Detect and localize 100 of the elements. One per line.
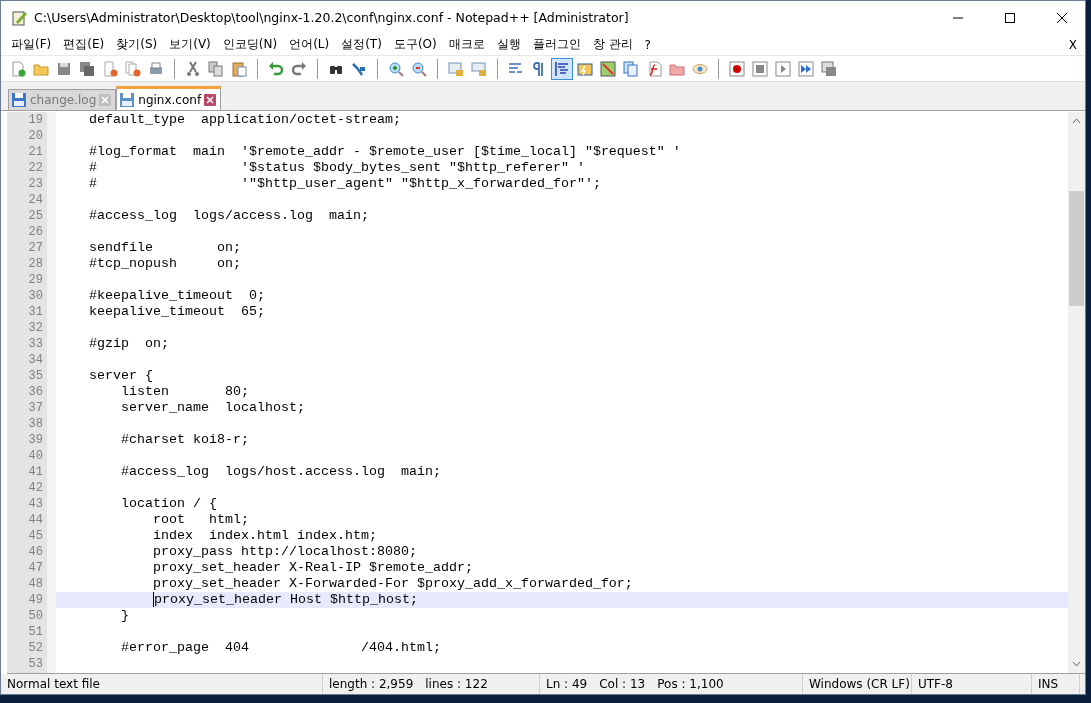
code-line: proxy_set_header X-Forwarded-For $proxy_add_x_forwarded_for; (151, 576, 633, 592)
line-number: 33 (27, 336, 44, 352)
close-file-icon (102, 60, 118, 77)
code-line: default_type application/octet-stream; (88, 112, 401, 128)
text-caret (153, 592, 154, 607)
record-icon (729, 60, 745, 77)
line-number: 27 (27, 240, 44, 256)
clipboard-icon (231, 60, 247, 77)
line-number: 39 (27, 432, 44, 448)
line-number: 30 (27, 288, 44, 304)
toolbar-button[interactable] (551, 57, 573, 80)
code-line: keepalive_timeout 65; (88, 304, 265, 320)
line-number: 40 (27, 448, 44, 464)
line-number: 36 (27, 384, 44, 400)
line-number: 24 (27, 192, 44, 208)
code-line: server_name localhost; (120, 400, 305, 416)
line-number: 37 (27, 400, 44, 416)
menu-item[interactable]: 파일(F) (5, 36, 58, 53)
menu-item[interactable]: 보기(V) (163, 36, 217, 53)
line-number: 19 (27, 112, 44, 128)
stop-icon (752, 60, 768, 77)
line-number: 48 (27, 576, 44, 592)
code-line: # '$status $body_bytes_sent "$http_referer" ' (88, 160, 585, 176)
new-file-icon (10, 60, 26, 77)
line-number: 50 (27, 608, 44, 624)
line-number: 44 (27, 512, 44, 528)
scissors-icon (185, 60, 201, 77)
line-number: 47 (27, 560, 44, 576)
redo-arrow-icon (291, 60, 307, 77)
menu-item[interactable]: 실행 (490, 36, 527, 53)
line-number: 45 (27, 528, 44, 544)
line-number: 21 (27, 144, 44, 160)
code-line: # '"$http_user_agent" "$http_x_forwarded_for"'; (88, 176, 601, 192)
close-files-icon (125, 60, 141, 77)
code-line: #keepalive_timeout 0; (88, 288, 265, 304)
line-number: 34 (27, 352, 44, 368)
line-number: 26 (27, 224, 44, 240)
play-icon (775, 60, 791, 77)
line-number: 42 (27, 480, 44, 496)
menu-item[interactable]: 매크로 (442, 36, 491, 53)
vertical-scrollbar[interactable] (1068, 112, 1085, 673)
status-text: Normal text file (7, 677, 100, 691)
zoom-out-icon (411, 60, 427, 77)
line-number: 35 (27, 368, 44, 384)
menu-item[interactable]: 편집(E) (57, 36, 111, 53)
line-number: 31 (27, 304, 44, 320)
code-line: } (120, 608, 129, 624)
indent-guide-icon (554, 60, 570, 77)
line-number: 49 (27, 592, 44, 608)
file-tab[interactable]: nginx.conf (116, 86, 222, 110)
code-line: sendfile on; (88, 240, 241, 256)
line-number: 20 (27, 128, 44, 144)
folder-lightning-icon (577, 60, 593, 77)
code-line: location / { (120, 496, 217, 512)
menu-item[interactable]: 설정(T) (335, 36, 388, 53)
code-line: #error_page 404 /404.html; (120, 640, 441, 656)
menu-item[interactable]: 플러그인 (526, 36, 587, 53)
documents-icon (623, 60, 639, 77)
code-line: index index.html index.htm; (151, 528, 377, 544)
menu-item[interactable]: 인코딩(N) (216, 36, 284, 53)
line-number: 28 (27, 256, 44, 272)
code-line: #tcp_nopush on; (88, 256, 241, 272)
close-document-button[interactable]: X (1066, 37, 1079, 52)
line-number: 22 (27, 160, 44, 176)
menu-item[interactable]: 찾기(S) (110, 36, 164, 53)
maximize-icon[interactable] (1005, 12, 1015, 23)
close-icon[interactable] (1057, 12, 1067, 23)
line-number: 32 (27, 320, 44, 336)
status-text: Ln : 49 (546, 677, 588, 691)
code-line: #gzip on; (88, 336, 169, 352)
undo-arrow-icon (268, 60, 284, 77)
status-text: INS (1038, 677, 1059, 691)
code-line: listen 80; (120, 384, 249, 400)
status-text: Pos : 1,100 (657, 677, 724, 691)
menu-item[interactable]: ? (638, 37, 657, 52)
code-line: proxy_pass http://localhost:8080; (151, 544, 417, 560)
line-number: 25 (27, 208, 44, 224)
code-line: server { (88, 368, 153, 384)
scrollbar-thumb[interactable] (1069, 191, 1084, 306)
status-text: UTF-8 (918, 677, 953, 691)
code-line: proxy_set_header X-Real-IP $remote_addr; (151, 560, 473, 576)
status-text: length : 2,959 (329, 677, 414, 691)
status-text: Windows (CR LF) (809, 677, 910, 691)
line-number: 52 (27, 640, 44, 656)
copy-icon (208, 60, 224, 77)
line-number: 53 (27, 656, 44, 672)
menu-item[interactable]: 도구(O) (387, 36, 443, 53)
code-line: root html; (151, 512, 249, 528)
code-line: #access_log logs/access.log main; (88, 208, 369, 224)
line-number: 29 (27, 272, 44, 288)
printer-icon (148, 60, 164, 77)
zoom-in-icon (388, 60, 404, 77)
code-line: proxy_set_header Host $http_host; (154, 592, 418, 608)
line-number: 46 (27, 544, 44, 560)
status-text: lines : 122 (425, 677, 488, 691)
fast-forward-icon (798, 60, 814, 77)
menu-item[interactable]: 창 관리 (586, 36, 639, 53)
menu-item[interactable]: 언어(L) (283, 36, 336, 53)
code-line: #charset koi8-r; (120, 432, 249, 448)
line-number: 41 (27, 464, 44, 480)
